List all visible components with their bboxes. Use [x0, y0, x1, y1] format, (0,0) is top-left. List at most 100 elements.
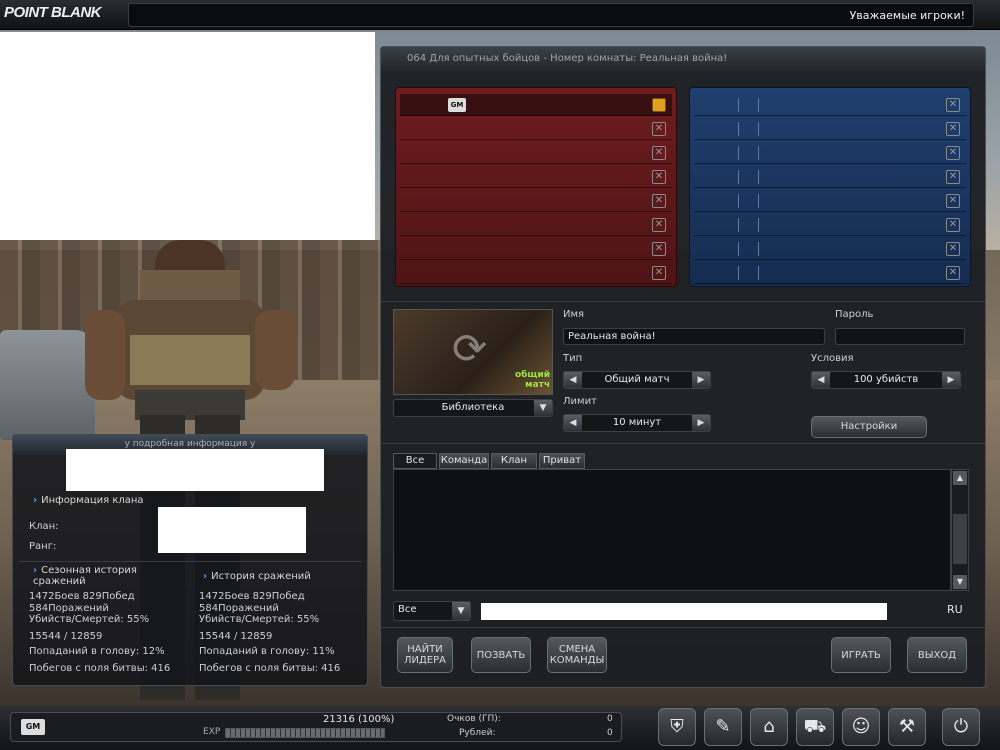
arrow-left-icon[interactable]: ◀: [564, 372, 582, 388]
blue-slot-4[interactable]: ✕: [694, 166, 966, 188]
gm-badge: GM: [448, 98, 466, 112]
close-icon[interactable]: ✕: [652, 194, 666, 208]
invite-button[interactable]: ПОЗВАТЬ: [471, 637, 531, 673]
map-preview[interactable]: ⟳ общий матч: [393, 309, 553, 395]
divider: [738, 242, 739, 256]
red-slot-5[interactable]: ✕: [400, 190, 672, 212]
divider: [738, 98, 739, 112]
history-battles: 1472Боев 829Побед: [199, 591, 305, 602]
close-icon[interactable]: ✕: [652, 122, 666, 136]
close-icon[interactable]: ✕: [652, 218, 666, 232]
season-history-title: › Сезонная история сражений: [33, 565, 137, 587]
chat-scrollbar[interactable]: ▲ ▼: [951, 469, 969, 591]
redacted-banner: [0, 32, 375, 240]
red-slot-3[interactable]: ✕: [400, 142, 672, 164]
chevron-down-icon[interactable]: ▼: [534, 400, 552, 416]
rubles-label: Рублей:: [459, 728, 496, 738]
history-headshots: Попаданий в голову: 11%: [199, 646, 335, 657]
divider: [758, 170, 759, 184]
game-type-select[interactable]: ◀ Общий матч ▶: [563, 371, 711, 389]
chevron-up-icon[interactable]: ▲: [953, 471, 967, 485]
chevron-right-icon: ›: [203, 571, 208, 582]
blue-slot-3[interactable]: ✕: [694, 142, 966, 164]
settings-button[interactable]: Настройки: [811, 416, 927, 438]
tab-clan[interactable]: Клан: [491, 453, 537, 469]
close-icon[interactable]: ✕: [946, 98, 960, 112]
chevron-down-icon[interactable]: ▼: [452, 602, 470, 620]
power-icon[interactable]: ⏻: [942, 708, 980, 746]
conditions-label: Условия: [811, 353, 854, 364]
room-name-input[interactable]: Реальная война!: [563, 328, 825, 345]
room-title: 064 Для опытных бойцов - Номер комнаты: …: [381, 47, 985, 71]
chat-channel-select[interactable]: Все ▼: [393, 601, 471, 621]
blue-slot-6[interactable]: ✕: [694, 214, 966, 236]
time-limit-select[interactable]: ◀ 10 минут ▶: [563, 414, 711, 432]
game-logo: POINT BLANK: [4, 4, 102, 21]
close-icon[interactable]: ✕: [946, 218, 960, 232]
clan-label: Клан:: [29, 521, 59, 532]
divider: [758, 242, 759, 256]
play-button[interactable]: ИГРАТЬ: [831, 637, 891, 673]
divider: [738, 266, 739, 280]
close-icon[interactable]: ✕: [652, 146, 666, 160]
divider: [381, 301, 985, 302]
find-leader-button[interactable]: НАЙТИ ЛИДЕРА: [397, 637, 453, 673]
close-icon[interactable]: ✕: [946, 194, 960, 208]
arrow-right-icon[interactable]: ▶: [692, 372, 710, 388]
close-icon[interactable]: ✕: [652, 170, 666, 184]
arrow-right-icon[interactable]: ▶: [692, 415, 710, 431]
inventory-icon[interactable]: ✎: [704, 708, 742, 746]
player-info-panel: у подробная информация у › Информация кла…: [12, 434, 368, 686]
community-icon[interactable]: ☺: [842, 708, 880, 746]
red-slot-7[interactable]: ✕: [400, 238, 672, 260]
red-slot-1[interactable]: GM: [400, 94, 672, 116]
tab-team[interactable]: Команда: [439, 453, 489, 469]
experience-panel: GM 21316 (100%) EXP Очков (ГП): 0 Рублей…: [10, 712, 622, 742]
close-icon[interactable]: ✕: [946, 266, 960, 280]
arrow-left-icon[interactable]: ◀: [812, 372, 830, 388]
clan-info-title: › Информация клана: [33, 495, 144, 506]
red-slot-2[interactable]: ✕: [400, 118, 672, 140]
change-team-button[interactable]: СМЕНА КОМАНДЫ: [547, 637, 607, 673]
red-slot-4[interactable]: ✕: [400, 166, 672, 188]
close-icon[interactable]: ✕: [946, 242, 960, 256]
divider: [758, 194, 759, 208]
blue-slot-7[interactable]: ✕: [694, 238, 966, 260]
close-icon[interactable]: ✕: [652, 266, 666, 280]
points-value: 0: [607, 714, 613, 724]
chevron-down-icon[interactable]: ▼: [953, 575, 967, 589]
room-password-input[interactable]: [835, 328, 965, 345]
redacted-clan-info: [158, 507, 306, 553]
exit-button[interactable]: ВЫХОД: [907, 637, 967, 673]
chat-log: [393, 469, 951, 591]
blue-slot-8[interactable]: ✕: [694, 262, 966, 284]
blue-slot-1[interactable]: ✕: [694, 94, 966, 116]
close-icon[interactable]: ✕: [946, 146, 960, 160]
scroll-thumb[interactable]: [953, 514, 967, 564]
history-losses: 584Поражений: [199, 603, 279, 614]
divider: [381, 443, 985, 444]
chat-input[interactable]: [481, 603, 887, 620]
tab-all[interactable]: Все: [393, 453, 437, 469]
close-icon[interactable]: ✕: [946, 170, 960, 184]
red-slot-8[interactable]: ✕: [400, 262, 672, 284]
clan-icon[interactable]: ⛨: [658, 708, 696, 746]
arrow-right-icon[interactable]: ▶: [942, 372, 960, 388]
history-kills: 15544 / 12859: [199, 631, 273, 642]
arrow-left-icon[interactable]: ◀: [564, 415, 582, 431]
blue-slot-2[interactable]: ✕: [694, 118, 966, 140]
red-slot-6[interactable]: ✕: [400, 214, 672, 236]
options-icon[interactable]: ⚒: [888, 708, 926, 746]
close-icon[interactable]: ✕: [946, 122, 960, 136]
points-label: Очков (ГП):: [447, 714, 501, 724]
refresh-icon[interactable]: ⟳: [452, 328, 487, 370]
cart-icon[interactable]: ⛟: [796, 708, 834, 746]
tab-private[interactable]: Приват: [539, 453, 585, 469]
map-select[interactable]: Библиотека ▼: [393, 399, 553, 417]
blue-slot-5[interactable]: ✕: [694, 190, 966, 212]
divider: [738, 194, 739, 208]
close-icon[interactable]: ✕: [652, 242, 666, 256]
shop-icon[interactable]: ⌂: [750, 708, 788, 746]
conditions-select[interactable]: ◀ 100 убийств ▶: [811, 371, 961, 389]
divider: [758, 98, 759, 112]
